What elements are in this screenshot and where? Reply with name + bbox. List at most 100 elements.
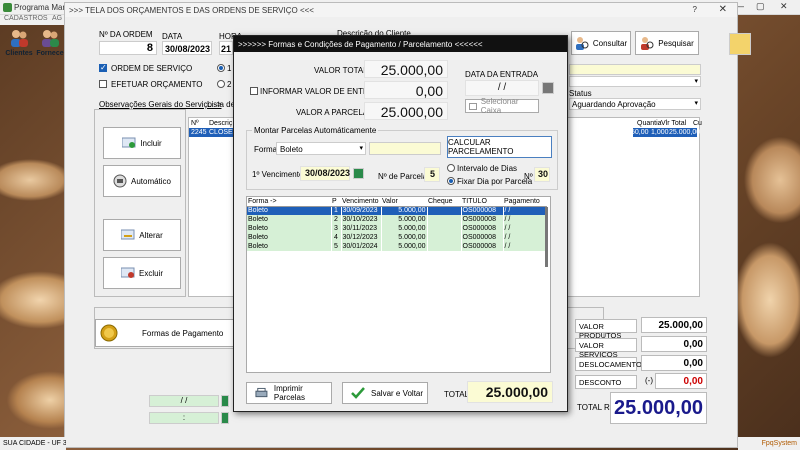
valor-parcelar-field: 25.000,00 (364, 102, 448, 120)
close-button[interactable]: ✕ (780, 1, 788, 12)
radio-option-2[interactable] (217, 80, 225, 88)
parcela-row[interactable]: Boleto 4 30/12/2023 5.000,00 OS000008/ / (247, 233, 547, 242)
calcular-parcelamento-button[interactable]: CALCULAR PARCELAMENTO (447, 136, 552, 158)
forma-dropdown[interactable]: Boleto ▾ (276, 142, 366, 155)
parcela-cell-p: 5 (331, 242, 342, 251)
valor-total-field: 25.000,00 (364, 60, 448, 78)
pesquisar-icon (641, 37, 654, 50)
efetuar-orcamento-label: EFETUAR ORÇAMENTO (111, 80, 203, 89)
efetuar-orcamento-checkbox[interactable] (99, 80, 107, 88)
parcela-row[interactable]: Boleto 5 30/01/2024 5.000,00 OS000008/ / (247, 242, 547, 251)
desconto-sign: (-) (645, 376, 653, 385)
desconto-field[interactable]: 0,00 (655, 373, 707, 389)
vencimento-field[interactable]: 30/08/2023 (300, 166, 350, 181)
imprimir-parcelas-button[interactable]: Imprimir Parcelas (246, 382, 332, 404)
parcela-row[interactable]: Boleto 1 30/09/2023 5.000,00 OS000008/ / (247, 206, 547, 215)
parcelas-table: Forma -> P Vencimento Valor Cheque TITUL… (247, 197, 547, 251)
valor-entrada-field[interactable]: 0,00 (364, 81, 448, 99)
parcela-cell-cheque (427, 233, 462, 242)
total-field: 25.000,00 (467, 381, 553, 403)
maximize-button[interactable]: ▢ (756, 1, 765, 12)
alterar-button[interactable]: Alterar (103, 219, 181, 251)
parcela-cell-forma: Boleto (247, 233, 332, 242)
intervalo-dias-label: Intervalo de Dias (457, 164, 518, 173)
clientes-tool-button[interactable]: Clientes (4, 28, 34, 60)
chevron-down-icon: ▾ (359, 145, 363, 152)
status-bar-left: SUA CIDADE - UF 3 (0, 437, 66, 450)
parcela-cell-titulo: OS000008 (461, 233, 504, 242)
fornecedores-icon (42, 30, 59, 47)
nparcelas-field[interactable]: 5 (424, 167, 440, 182)
status-dropdown[interactable]: Aguardando Aprovação ▾ (569, 98, 701, 110)
incluir-button[interactable]: Incluir (103, 127, 181, 159)
date-field-1[interactable]: / / (149, 395, 219, 407)
intervalo-dias-radio[interactable] (447, 164, 455, 172)
forma-extra-field[interactable] (369, 142, 441, 155)
n-label: Nº (524, 172, 533, 181)
parcela-cell-pagamento: / / (503, 215, 547, 224)
data-field[interactable]: 30/08/2023 (162, 41, 212, 55)
grid-head-n: Nº (191, 120, 199, 127)
grid-head-custo: Cu (693, 120, 702, 127)
informar-entrada-checkbox[interactable] (250, 87, 258, 95)
parcela-cell-p: 2 (331, 215, 342, 224)
os-close-button[interactable]: ✕ (719, 4, 727, 15)
col-cheque: Cheque (427, 197, 461, 207)
help-button[interactable]: ? (693, 5, 697, 14)
time-field-1[interactable]: : (149, 412, 219, 424)
pesquisar-button[interactable]: Pesquisar (635, 31, 699, 55)
grid-selected-row[interactable]: 2245 CLOSET (189, 128, 237, 137)
grid-selected-row-right[interactable]: 50,00 1,000 25.000,00 (631, 128, 700, 137)
exit-icon[interactable] (729, 33, 751, 55)
parcela-cell-valor: 5.000,00 (381, 233, 428, 242)
parcela-row[interactable]: Boleto 2 30/10/2023 5.000,00 OS000008/ / (247, 215, 547, 224)
data-entrada-field[interactable]: / / (465, 80, 539, 96)
forma-value: Boleto (280, 145, 303, 154)
deslocamento-field[interactable]: 0,00 (641, 355, 707, 371)
formas-pagamento-button[interactable]: Formas de Pagamento (95, 319, 235, 347)
fixar-dia-radio[interactable] (447, 177, 455, 185)
calendar-icon[interactable] (353, 168, 364, 179)
tab-observacoes[interactable]: Observações Gerais do Serviço -> (99, 100, 222, 109)
consultar-label: Consultar (592, 38, 628, 48)
deslocamento-label: DESLOCAMENTO (575, 357, 642, 371)
parcela-row[interactable]: Boleto 3 30/11/2023 5.000,00 OS000008/ / (247, 224, 547, 233)
consultar-button[interactable]: Consultar (571, 31, 631, 55)
os-window-title: >>> TELA DOS ORÇAMENTOS E DAS ORDENS DE … (65, 3, 737, 17)
fornecedores-tool-button[interactable]: Fornece (35, 28, 65, 60)
excluir-button[interactable]: Excluir (103, 257, 181, 289)
grid-scrollbar[interactable] (545, 207, 548, 267)
data-label: DATA (162, 32, 183, 41)
radio-option-1[interactable] (217, 64, 225, 72)
calendar-icon[interactable] (542, 82, 554, 94)
ordem-servico-checkbox[interactable] (99, 63, 107, 72)
parcela-cell-vencimento: 30/10/2023 (341, 215, 382, 224)
calendar-icon[interactable] (221, 395, 229, 407)
valor-parcelar-label: VALOR A PARCELAR (296, 108, 374, 117)
parcela-cell-vencimento: 30/11/2023 (341, 224, 382, 233)
app-icon (3, 3, 12, 12)
parcela-cell-pagamento: / / (503, 224, 547, 233)
grid-row-quantia: 1,000 (651, 129, 669, 136)
os-window-title-text: >>> TELA DOS ORÇAMENTOS E DAS ORDENS DE … (69, 6, 314, 15)
cliente-yellow-field[interactable] (569, 64, 701, 75)
salvar-voltar-button[interactable]: Salvar e Voltar (342, 382, 428, 404)
parcela-cell-valor: 5.000,00 (381, 206, 428, 215)
caixa-icon (469, 102, 477, 110)
n-field[interactable]: 30 (534, 167, 550, 182)
col-pagamento: Pagamento (503, 197, 547, 207)
menu-agenda[interactable]: AG (52, 15, 62, 22)
parcela-cell-pagamento: / / (503, 242, 547, 251)
fixar-dia-label: Fixar Dia por Parcela (457, 177, 533, 186)
clock-icon[interactable] (221, 412, 229, 424)
automatico-button[interactable]: Automático (103, 165, 181, 197)
chevron-down-icon: ▾ (694, 100, 698, 107)
app-title: Programa Mani (14, 3, 69, 12)
menu-cadastros[interactable]: CADASTROS (4, 15, 48, 22)
parcela-cell-forma: Boleto (247, 242, 332, 251)
selecionar-caixa-button[interactable]: Selecionar Caixa (465, 97, 539, 115)
parcelas-grid[interactable]: Forma -> P Vencimento Valor Cheque TITUL… (246, 196, 551, 373)
hora-field[interactable]: 21 (219, 41, 233, 55)
cliente-dropdown[interactable]: ▾ (569, 76, 701, 87)
numero-ordem-field[interactable]: 8 (99, 41, 157, 55)
